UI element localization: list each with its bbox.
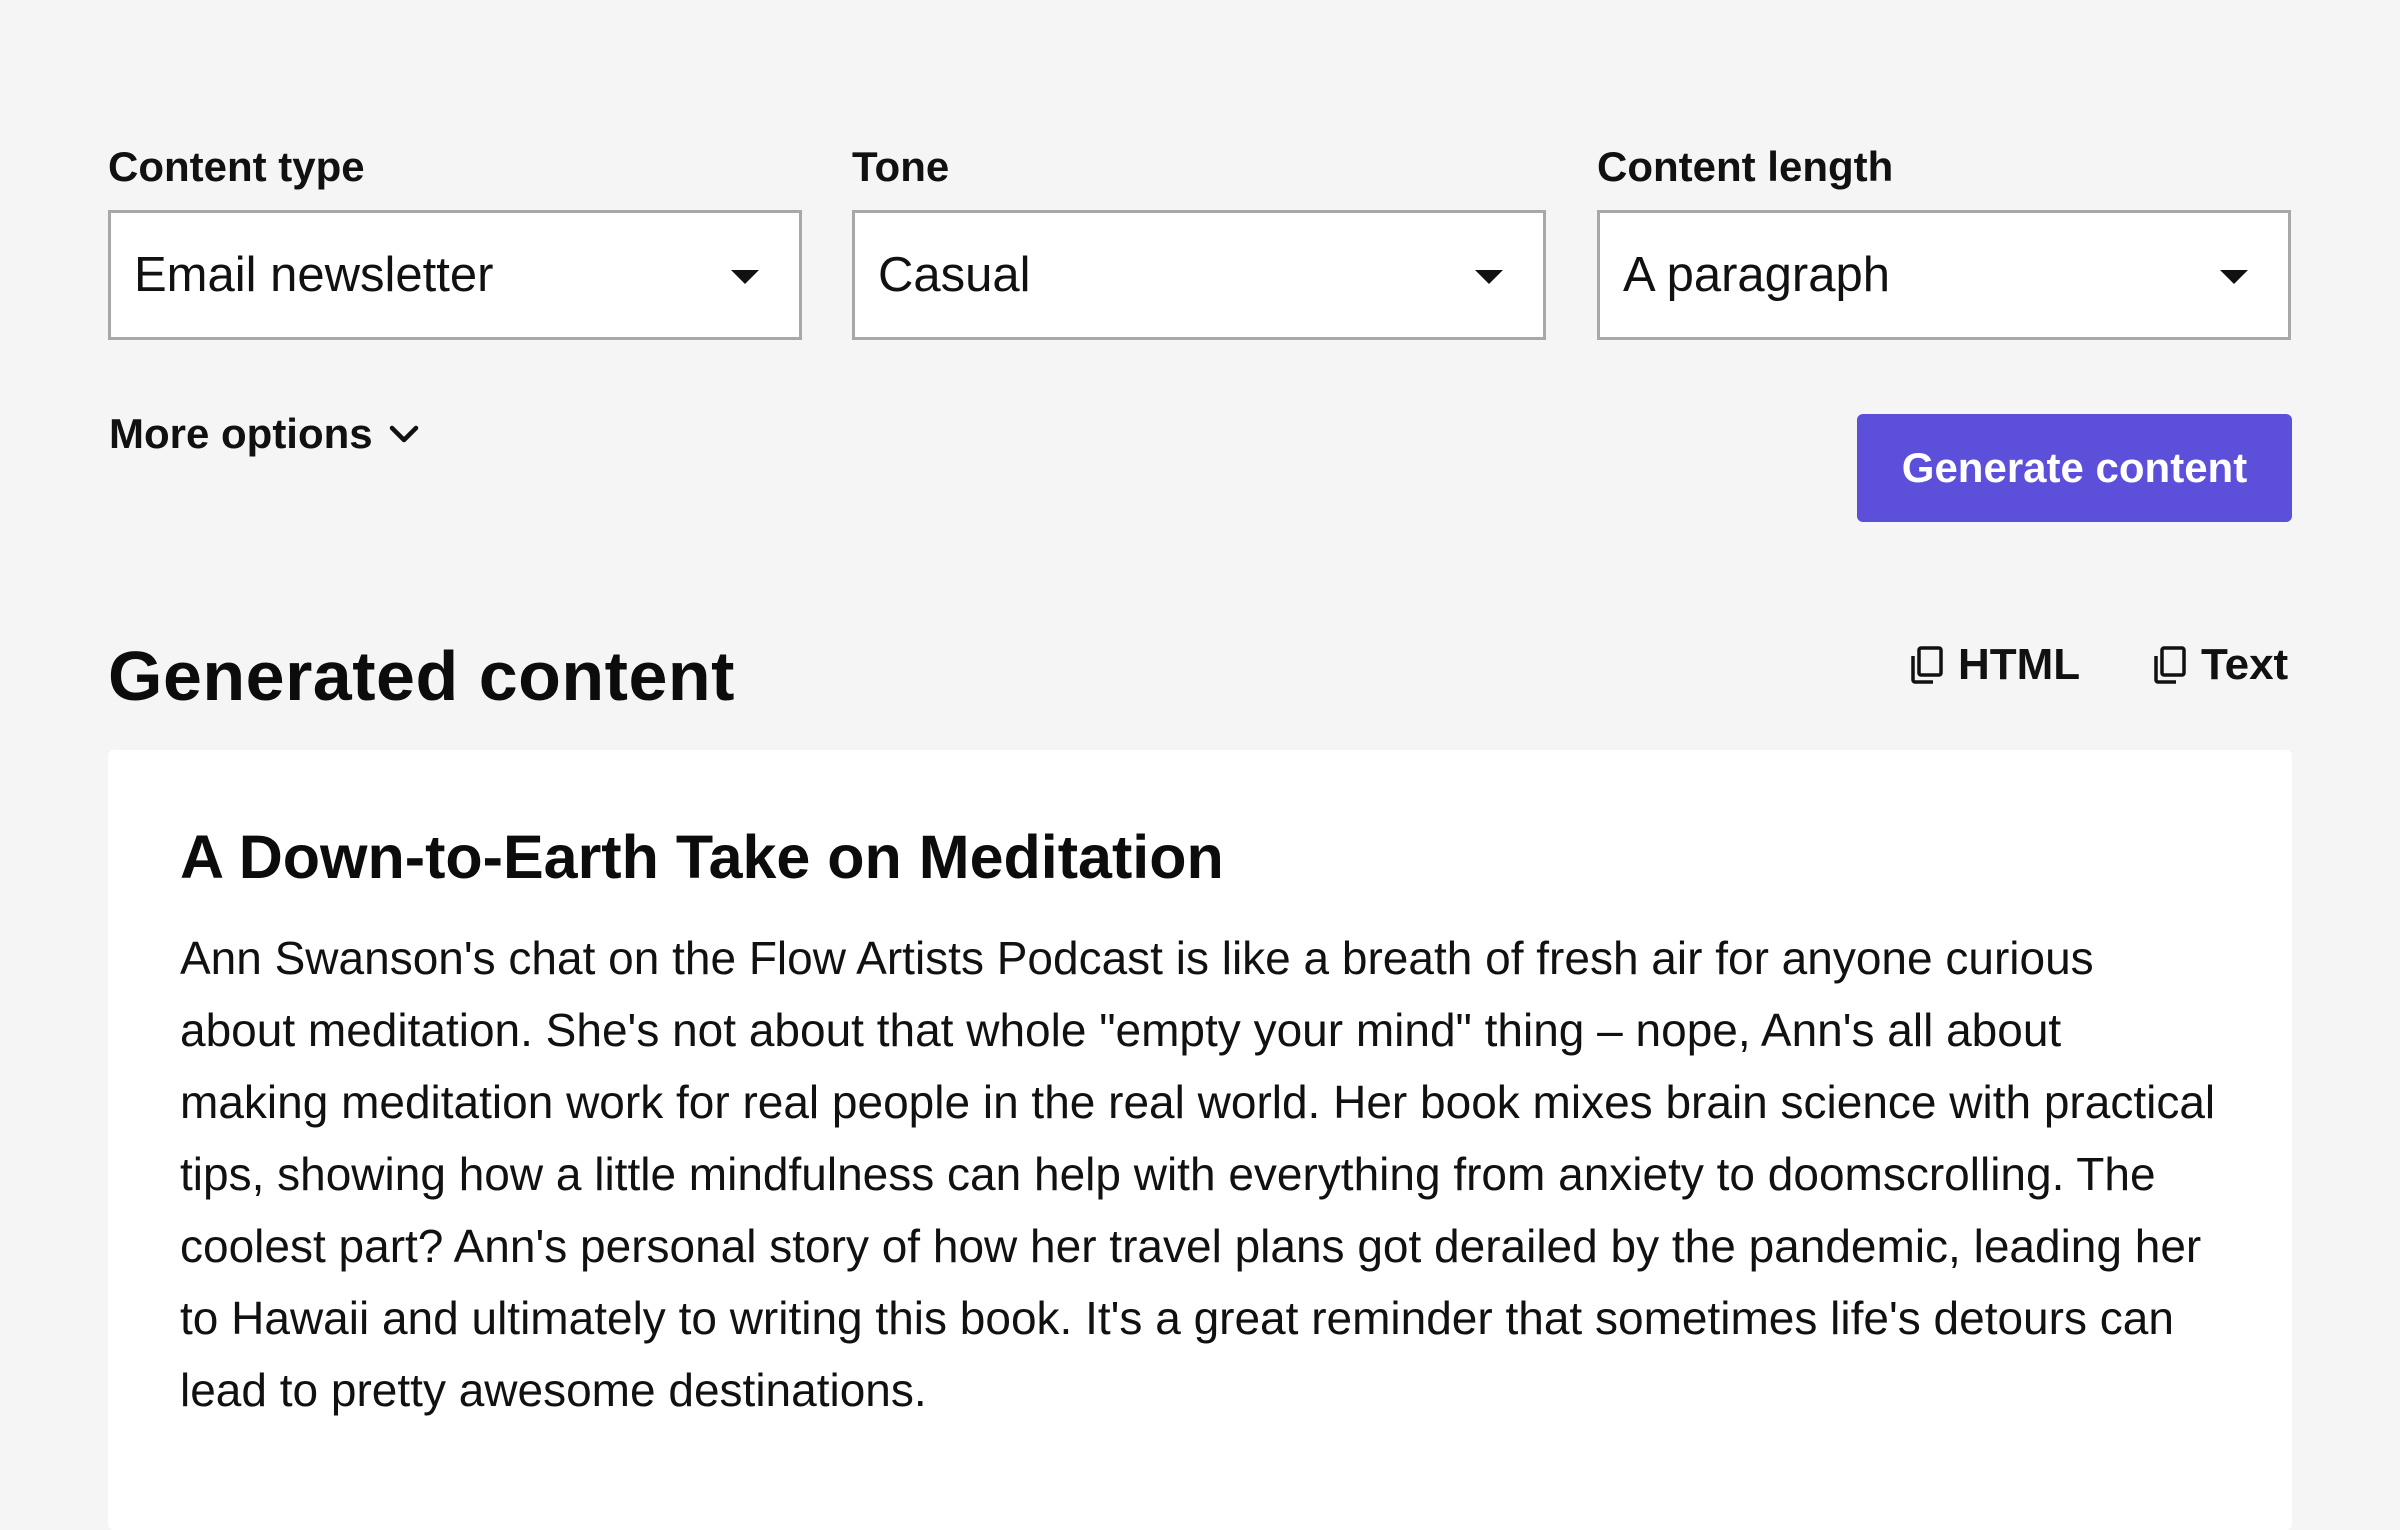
caret-down-icon — [731, 270, 759, 284]
content-length-value: A paragraph — [1623, 248, 1890, 302]
chevron-down-icon — [389, 425, 418, 443]
article-title: A Down-to-Earth Take on Meditation — [180, 823, 1224, 891]
copy-html-label: HTML — [1958, 640, 2081, 689]
generate-content-button[interactable]: Generate content — [1857, 414, 2292, 522]
content-length-select[interactable]: A paragraph — [1597, 210, 2291, 340]
more-options-toggle[interactable]: More options — [109, 410, 419, 458]
content-type-label: Content type — [108, 143, 365, 190]
tone-label: Tone — [852, 143, 950, 190]
caret-down-icon — [2220, 270, 2248, 284]
copy-html-button[interactable]: HTML — [1908, 640, 2080, 690]
caret-down-icon — [1475, 270, 1503, 284]
content-type-select[interactable]: Email newsletter — [108, 210, 802, 340]
generated-content-heading: Generated content — [108, 637, 735, 715]
content-type-value: Email newsletter — [134, 248, 494, 302]
more-options-label: More options — [109, 410, 373, 457]
copy-text-label: Text — [2201, 640, 2289, 689]
copy-icon — [2154, 646, 2186, 684]
copy-text-button[interactable]: Text — [2151, 640, 2288, 690]
tone-select[interactable]: Casual — [852, 210, 1546, 340]
article-body: Ann Swanson's chat on the Flow Artists P… — [180, 932, 2216, 1416]
generated-content-card: A Down-to-Earth Take on Meditation Ann S… — [108, 750, 2292, 1530]
content-length-label: Content length — [1597, 143, 1894, 190]
copy-icon — [1911, 646, 1943, 684]
tone-value: Casual — [878, 248, 1031, 302]
